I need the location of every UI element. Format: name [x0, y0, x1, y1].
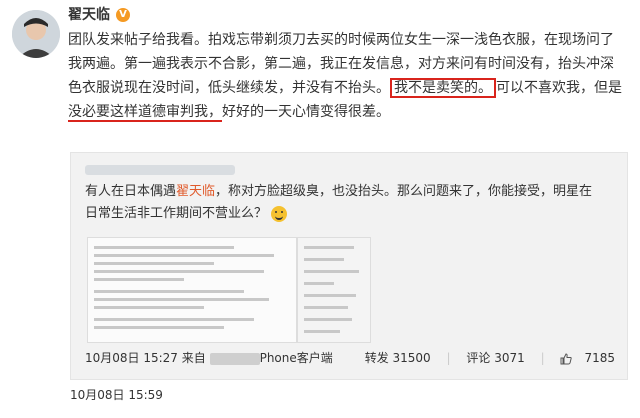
client-name: Phone客户端	[259, 351, 333, 365]
post-text-part-b: 可以不喜欢我，但是	[496, 80, 622, 96]
username-text[interactable]: 翟天临	[68, 7, 110, 23]
post-text: 团队发来帖子给我看。拍戏忘带剃须刀去买的时候两位女生一深一浅色衣服，在现场问了我…	[68, 28, 623, 124]
underlined-phrase-2: 判我，	[180, 104, 222, 122]
quote-meta: 10月08日 15:27 来自 Phone客户端	[85, 349, 333, 366]
divider: |	[540, 351, 545, 365]
screenshot-thumbnail-2[interactable]	[297, 237, 371, 343]
post-date[interactable]: 10月08日 15:59	[70, 386, 163, 403]
grin-emoji-icon	[271, 205, 288, 222]
underlined-phrase-1: 没必要这样道德审	[68, 104, 180, 122]
thumbs-up-icon[interactable]	[560, 352, 573, 365]
verified-badge-icon: V	[116, 8, 130, 22]
mention-link[interactable]: 翟天临	[176, 184, 215, 199]
blurred-device-name	[209, 352, 260, 365]
boxed-phrase: 我不是卖笑的。	[390, 78, 496, 98]
comment-count[interactable]: 评论 3071	[466, 351, 524, 365]
repost-count[interactable]: 转发 31500	[365, 351, 431, 365]
weibo-post: 翟天临 V 团队发来帖子给我看。拍戏忘带剃须刀去买的时候两位女生一深一浅色衣服，在…	[0, 0, 640, 418]
quote-text: 有人在日本偶遇翟天临，称对方脸超级臭，也没抬头。那么问题来了，你能接受，明星在日…	[85, 181, 605, 225]
quote-actions: 转发 31500 | 评论 3071 | 7185	[353, 349, 615, 366]
avatar[interactable]	[12, 10, 60, 58]
quote-text-a: 有人在日本偶遇	[85, 184, 177, 199]
divider: |	[446, 351, 451, 365]
blurred-author-name	[85, 165, 235, 175]
reposted-weibo[interactable]: 有人在日本偶遇翟天临，称对方脸超级臭，也没抬头。那么问题来了，你能接受，明星在日…	[70, 152, 628, 380]
screenshot-thumbnail-1[interactable]	[87, 237, 297, 343]
like-count[interactable]: 7185	[584, 351, 615, 365]
username[interactable]: 翟天临 V	[68, 4, 130, 24]
quote-date[interactable]: 10月08日 15:27 来自	[85, 351, 206, 365]
post-text-part-c: 好好的一天心情变得很差。	[222, 104, 390, 120]
